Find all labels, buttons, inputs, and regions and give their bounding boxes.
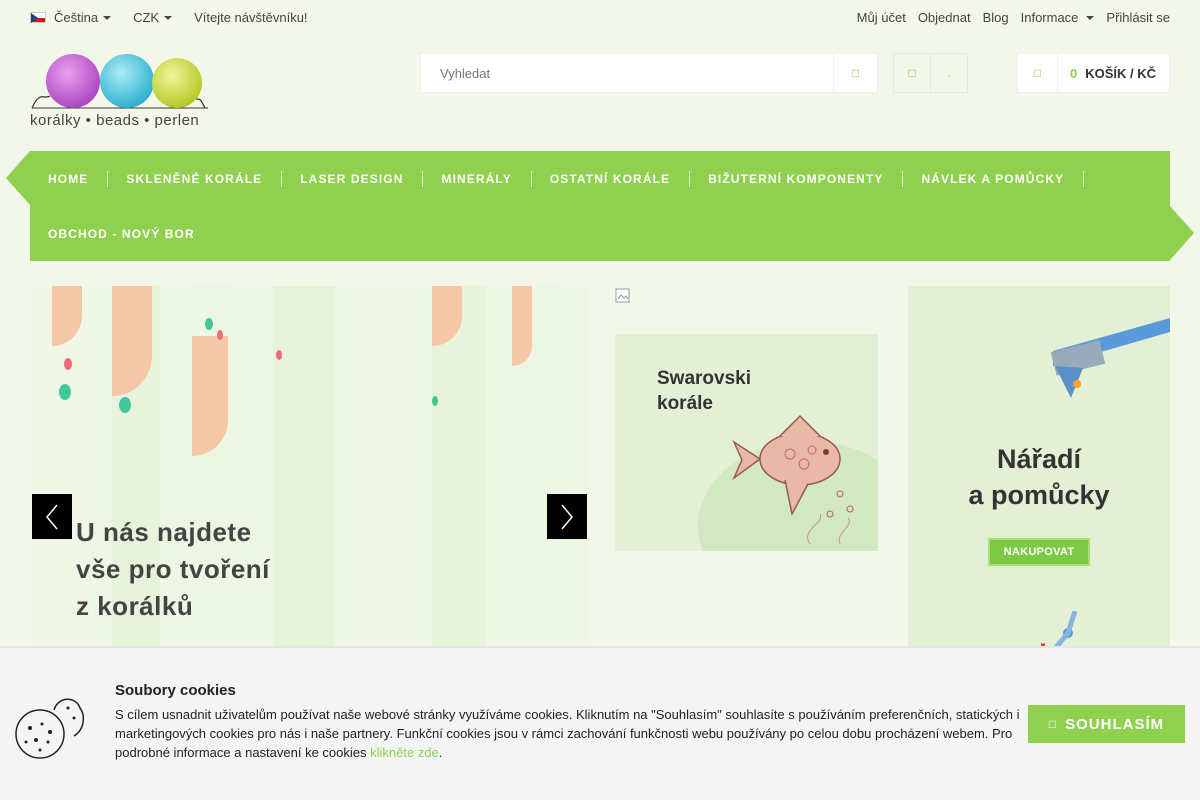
wishlist-button[interactable]: □ (893, 53, 931, 93)
bead-dot (276, 350, 282, 360)
banner-title-line: a pomůcky (968, 480, 1110, 510)
currency-selector[interactable]: CZK (133, 10, 173, 25)
nav-left-ribbon-tip (6, 151, 30, 205)
tools-banner-title: Nářadí a pomůcky (964, 441, 1114, 513)
logo-text: korálky • beads • perlen (30, 112, 200, 129)
compare-button[interactable]: , (930, 53, 968, 93)
czech-flag-icon (30, 12, 46, 23)
nav-item-other-beads[interactable]: OSTATNÍ KORÁLE (532, 170, 691, 187)
yellow-bead (152, 58, 202, 108)
top-bar-left: Čeština CZK Vítejte návštěvníku! (30, 10, 330, 25)
welcome-text: Vítejte návštěvníku! (194, 10, 308, 25)
cookie-title: Soubory cookies (115, 682, 236, 699)
logo-beads (30, 50, 210, 110)
info-label: Informace (1020, 10, 1079, 25)
cookie-details-link[interactable]: klikněte zde (370, 745, 439, 760)
bead-dot (217, 330, 223, 340)
main-navigation: HOME SKLENĚNÉ KORÁLE LASER DESIGN MINERÁ… (30, 151, 1170, 261)
slide-text-line: z korálků (76, 591, 194, 621)
chevron-left-icon (46, 504, 58, 529)
swarovski-banner[interactable]: Swarovski korále (615, 334, 878, 551)
slide-text: U nás najdete vše pro tvoření z korálků (76, 514, 270, 625)
login-link[interactable]: Přihlásit se (1106, 10, 1170, 25)
slider-prev-button[interactable] (32, 494, 72, 539)
nav-row-1: HOME SKLENĚNÉ KORÁLE LASER DESIGN MINERÁ… (30, 151, 1084, 206)
nav-right-ribbon-tip (1170, 206, 1194, 260)
nav-item-home[interactable]: HOME (30, 170, 109, 187)
purple-bead (46, 54, 100, 108)
caliper-illustration-icon (1050, 318, 1170, 398)
slide-text-line: vše pro tvoření (76, 554, 270, 584)
heart-icon: □ (908, 66, 916, 80)
chevron-right-icon (561, 504, 573, 529)
check-icon: □ (1048, 717, 1058, 731)
broken-image-icon (615, 288, 630, 303)
bead-dot (432, 396, 438, 406)
banner-title-line: Swarovski (657, 368, 751, 389)
tools-banner[interactable]: Nářadí a pomůcky NAKUPOVAT (908, 286, 1170, 650)
top-bar-right: Můj účet Objednat Blog Informace Přihlás… (845, 10, 1170, 25)
shop-now-button[interactable]: NAKUPOVAT (988, 538, 1090, 566)
compare-icon: , (947, 67, 951, 79)
bead-dot (119, 397, 131, 413)
slide-text-line: U nás najdete (76, 517, 252, 547)
currency-label: CZK (133, 10, 160, 25)
nav-item-jewelry-components[interactable]: BIŽUTERNÍ KOMPONENTY (690, 170, 904, 187)
swarovski-banner-title: Swarovski korále (657, 366, 751, 416)
bead-dot (59, 384, 71, 400)
bead-dot (64, 358, 72, 370)
top-bar: Čeština CZK Vítejte návštěvníku! Můj úče… (0, 0, 1200, 34)
order-link[interactable]: Objednat (918, 10, 971, 25)
slider-next-button[interactable] (547, 494, 587, 539)
cart-label: KOŠÍK / KČ (1085, 65, 1157, 81)
accept-cookies-button[interactable]: □ SOUHLASÍM (1028, 705, 1185, 743)
chevron-down-icon (164, 15, 173, 20)
search-icon: □ (851, 66, 860, 80)
slide-strip (358, 286, 408, 650)
site-logo[interactable]: korálky • beads • perlen (30, 50, 210, 132)
cyan-bead (100, 54, 154, 108)
blog-link[interactable]: Blog (983, 10, 1009, 25)
fish-illustration-icon (732, 414, 854, 544)
cookie-text: S cílem usnadnit uživatelům používat naš… (115, 705, 1025, 762)
chevron-down-icon (1086, 15, 1095, 20)
banner-title-line: Nářadí (996, 444, 1082, 474)
pliers-illustration-icon (1041, 611, 1078, 650)
nav-item-minerals[interactable]: MINERÁLY (423, 170, 533, 187)
language-selector[interactable]: Čeština (30, 10, 112, 25)
cookie-text-end: . (438, 745, 443, 760)
cookie-icon (15, 698, 85, 759)
chevron-down-icon (103, 15, 112, 20)
cart-count: 0 (1070, 65, 1078, 81)
my-account-link[interactable]: Můj účet (857, 10, 906, 25)
hero-slider[interactable]: U nás najdete vše pro tvoření z korálků (32, 286, 588, 650)
search-input[interactable] (421, 54, 834, 92)
slide-strip (273, 286, 335, 650)
cookie-text-body: S cílem usnadnit uživatelům používat naš… (115, 707, 1020, 760)
nav-row-2: OBCHOD - NOVÝ BOR (30, 206, 215, 261)
nav-item-shop-novy-bor[interactable]: OBCHOD - NOVÝ BOR (30, 227, 215, 241)
search-button[interactable]: □ (833, 54, 877, 92)
banner-title-line: korále (657, 393, 713, 414)
search-box: □ (420, 53, 878, 93)
nav-item-glass-beads[interactable]: SKLENĚNÉ KORÁLE (108, 170, 283, 187)
language-label: Čeština (54, 10, 99, 25)
info-dropdown[interactable]: Informace (1021, 10, 1095, 25)
nav-item-laser-design[interactable]: LASER DESIGN (282, 170, 424, 187)
cart-icon: □ (1018, 54, 1058, 92)
cart-button[interactable]: □ 0 KOŠÍK / KČ (1017, 53, 1170, 93)
bead-dot (205, 318, 213, 330)
hand-illustration (192, 336, 228, 456)
cookie-consent-bar: Soubory cookies S cílem usnadnit uživate… (0, 646, 1200, 800)
hand-illustration (512, 286, 532, 366)
accept-cookies-label: SOUHLASÍM (1065, 715, 1165, 733)
nav-item-stringing-tools[interactable]: NÁVLEK A POMŮCKY (903, 170, 1084, 187)
